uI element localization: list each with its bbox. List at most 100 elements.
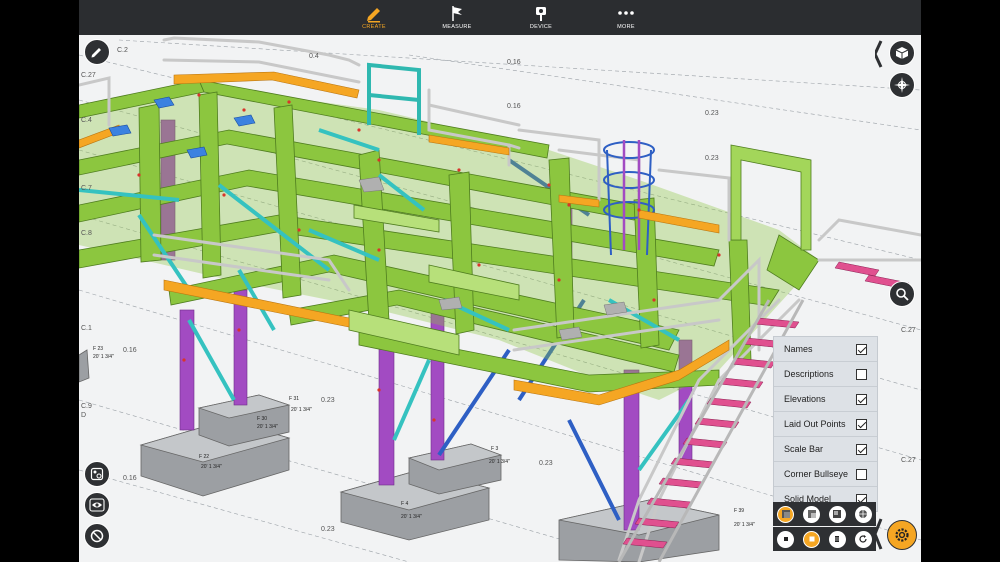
footing-elevation: 20' 1 3/4" xyxy=(257,424,278,430)
list-icon xyxy=(835,536,840,542)
option-names[interactable]: Names xyxy=(774,337,877,362)
zoom-search-button[interactable] xyxy=(889,281,915,307)
option-corner-bullseye[interactable]: Corner Bullseye xyxy=(774,462,877,487)
grid-label-c27: C.27 xyxy=(81,72,96,79)
eye-icon xyxy=(89,498,105,512)
create-label: CREATE xyxy=(362,24,386,30)
device-tool[interactable]: DEVICE xyxy=(511,3,571,30)
render-mode-bar xyxy=(773,502,876,526)
compass-button[interactable] xyxy=(889,72,915,98)
footing-label: F 31 xyxy=(289,396,299,402)
grid-label-c4: C.4 xyxy=(81,117,92,124)
dim-label: 0.23 xyxy=(321,397,335,404)
top-toolbar: CREATE MEASURE DEVICE MORE xyxy=(79,0,921,35)
layers-icon xyxy=(90,467,104,481)
dim-label: 0.23 xyxy=(705,155,719,162)
grid-label-c2: C.2 xyxy=(117,47,128,54)
dim-label: 0.23 xyxy=(705,110,719,117)
option-label: Descriptions xyxy=(784,369,834,379)
device-icon xyxy=(511,3,571,23)
footing-elevation: 20' 1 3/4" xyxy=(201,464,222,470)
footing-elevation: 20' 1 3/4" xyxy=(734,522,755,528)
dim-label: 0.16 xyxy=(123,347,137,354)
footing-label: F 4 xyxy=(401,501,408,507)
app-viewport: C.2 C.27 C.4 C.7 C.8 C.1 C.9 D C.27 C.27… xyxy=(79,0,921,562)
grid-label-d: D xyxy=(81,412,86,419)
dim-label: 0.16 xyxy=(507,59,521,66)
refresh-icon xyxy=(859,535,867,543)
dim-label: 0.16 xyxy=(123,475,137,482)
grid-label-c9: C.9 xyxy=(81,403,92,410)
dim-label: 0.23 xyxy=(321,526,335,533)
dim-label: 0.4 xyxy=(309,53,319,60)
square-icon xyxy=(809,536,815,542)
layers-button[interactable] xyxy=(84,461,110,487)
more-label: MORE xyxy=(617,24,635,30)
display-options-panel: Names Descriptions Elevations Laid Out P… xyxy=(773,336,878,512)
list-button[interactable] xyxy=(828,530,846,548)
settings-button[interactable] xyxy=(887,520,917,550)
pencil-icon xyxy=(91,48,101,58)
color-mode-button[interactable] xyxy=(803,530,821,548)
footing-elevation: 20' 1 3/4" xyxy=(291,407,312,413)
visibility-button[interactable] xyxy=(84,492,110,518)
option-scale-bar[interactable]: Scale Bar xyxy=(774,437,877,462)
edit-pencil-button[interactable] xyxy=(84,39,110,65)
device-label: DEVICE xyxy=(529,24,553,30)
grid-label-c27-right: C.27 xyxy=(901,327,916,334)
footing-label: F 30 xyxy=(257,416,267,422)
refresh-button[interactable] xyxy=(854,530,872,548)
option-label: Scale Bar xyxy=(784,444,824,454)
grid-label-c7: C.7 xyxy=(81,185,92,192)
stop-icon xyxy=(783,537,788,541)
dim-label: 0.16 xyxy=(507,103,521,110)
option-descriptions[interactable]: Descriptions xyxy=(774,362,877,387)
option-label: Names xyxy=(784,344,813,354)
option-label: Corner Bullseye xyxy=(784,469,849,479)
footing-label: F 39 xyxy=(734,508,744,514)
more-dots-icon xyxy=(596,3,656,23)
checkbox[interactable] xyxy=(856,393,867,405)
grid-label-c1: C.1 xyxy=(81,325,92,332)
render-transparent-button[interactable] xyxy=(828,505,846,523)
create-tool[interactable]: CREATE xyxy=(344,3,404,30)
footing-elevation: 20' 1 3/4" xyxy=(401,514,422,520)
footing-elevation: 20' 1 3/4" xyxy=(489,459,510,465)
prohibit-icon xyxy=(90,529,104,543)
footing-elevation: 20' 1 3/4" xyxy=(93,354,114,360)
footing-label: F 22 xyxy=(199,454,209,460)
render-shaded-button[interactable] xyxy=(803,505,821,523)
grid-label-c8: C.8 xyxy=(81,230,92,237)
wireframe-icon xyxy=(859,510,868,518)
footing-label: F 23 xyxy=(93,346,103,352)
gear-icon xyxy=(895,528,909,542)
view-cube-button[interactable] xyxy=(889,40,915,66)
measure-label: MEASURE xyxy=(442,24,472,30)
stop-button[interactable] xyxy=(777,530,795,548)
render-wireframe-button[interactable] xyxy=(854,505,872,523)
compass-icon xyxy=(894,77,910,93)
transparent-cube-icon xyxy=(833,510,842,518)
checkbox[interactable] xyxy=(856,368,867,380)
more-tool[interactable]: MORE xyxy=(596,3,656,30)
solid-cube-icon xyxy=(781,510,790,518)
hide-button[interactable] xyxy=(84,523,110,549)
render-solid-button[interactable] xyxy=(777,505,795,523)
cube-icon xyxy=(895,47,909,59)
option-elevations[interactable]: Elevations xyxy=(774,387,877,412)
checkbox[interactable] xyxy=(856,468,867,480)
shaded-cube-icon xyxy=(807,510,816,518)
option-laid-out-points[interactable]: Laid Out Points xyxy=(774,412,877,437)
footing-label: F 3 xyxy=(491,446,498,452)
playback-bar xyxy=(773,527,876,551)
pencil-icon xyxy=(344,3,404,23)
checkbox[interactable] xyxy=(856,443,867,455)
measure-tool[interactable]: MEASURE xyxy=(427,3,487,30)
option-label: Laid Out Points xyxy=(784,419,846,429)
grid-label-c27-bottom: C.27 xyxy=(901,457,916,464)
checkbox[interactable] xyxy=(856,343,867,355)
dim-label: 0.23 xyxy=(539,460,553,467)
option-label: Elevations xyxy=(784,394,826,404)
flag-icon xyxy=(427,3,487,23)
checkbox[interactable] xyxy=(856,418,867,430)
